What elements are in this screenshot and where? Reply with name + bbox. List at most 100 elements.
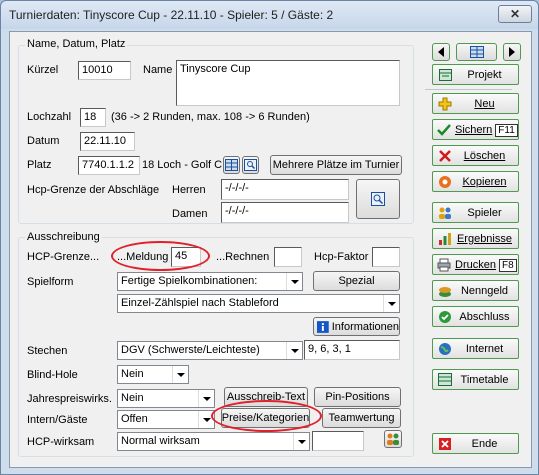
plus-icon [437, 96, 453, 112]
nav-prev-button[interactable] [432, 43, 450, 61]
platz-input[interactable]: 7740.1.1.2 [78, 156, 140, 175]
spielform-detail-select[interactable]: Einzel-Zählspiel nach Stableford [117, 294, 400, 313]
title-bar[interactable]: Turnierdaten: Tinyscore Cup - 22.11.10 -… [1, 1, 538, 29]
kopieren-button[interactable]: Kopieren [432, 171, 519, 192]
grid-icon [437, 67, 453, 83]
neu-button[interactable]: Neu [432, 93, 519, 114]
platz-search-button[interactable] [242, 156, 259, 174]
exit-icon [437, 436, 453, 452]
arrow-left-icon [438, 47, 444, 57]
lochzahl-input[interactable]: 18 [80, 108, 106, 127]
chevron-down-icon[interactable] [383, 295, 399, 312]
blind-hole-value: Nein [121, 368, 144, 380]
rechnen-label: ...Rechnen [216, 251, 270, 263]
group-title-ausschreibung: Ausschreibung [25, 231, 102, 243]
neu-label: Neu [474, 97, 495, 110]
kuerzel-input[interactable]: 10010 [78, 61, 131, 80]
drucken-label: Drucken [455, 258, 496, 271]
spielform-select[interactable]: Fertige Spielkombinationen: [117, 272, 303, 291]
abschluss-button[interactable]: Abschluss [432, 306, 519, 327]
hcp-grenze-abschlaege-label: Hcp-Grenze der Abschläge [27, 184, 160, 196]
name-label: Name [143, 64, 173, 76]
jahrespreis-select[interactable]: Nein [117, 389, 215, 408]
hcp-wirksam-action-button[interactable] [384, 430, 402, 448]
chevron-down-icon[interactable] [172, 366, 188, 383]
stechen-holes-input[interactable]: 9, 6, 3, 1 [304, 340, 400, 360]
arrow-right-icon [509, 47, 515, 57]
players-icon [437, 205, 453, 221]
people-icon [387, 433, 399, 445]
blind-hole-select[interactable]: Nein [117, 365, 189, 384]
hcp-faktor-input[interactable] [372, 247, 400, 267]
spezial-button[interactable]: Spezial [313, 271, 400, 291]
printer-icon [437, 257, 451, 273]
sichern-button[interactable]: Sichern F11 [432, 119, 519, 140]
rechnen-input[interactable] [274, 247, 302, 267]
pin-positions-button[interactable]: Pin-Positions [314, 387, 401, 407]
mehrere-plaetze-button[interactable]: Mehrere Plätze im Turnier [270, 155, 402, 175]
jahrespreis-value: Nein [121, 392, 144, 404]
stechen-select[interactable]: DGV (Schwerste/Leichteste) [117, 341, 303, 360]
spieler-button[interactable]: Spieler [432, 202, 519, 223]
meldung-highlight [111, 241, 210, 271]
projekt-button[interactable]: Projekt [432, 64, 519, 85]
hcp-faktor-label: Hcp-Faktor [314, 251, 369, 263]
internet-button[interactable]: Internet [432, 338, 519, 359]
hcp-wirksam-label: HCP-wirksam [27, 436, 95, 448]
damen-input[interactable]: -/-/-/- [221, 202, 349, 223]
ende-button[interactable]: Ende [432, 433, 519, 454]
results-icon [437, 231, 453, 247]
jahrespreis-label: Jahrespreiswirks. [27, 393, 112, 405]
datum-input[interactable]: 22.11.10 [80, 132, 135, 151]
datum-label: Datum [27, 135, 60, 147]
grid-icon [469, 46, 484, 58]
loeschen-button[interactable]: Löschen [432, 145, 519, 166]
informationen-button[interactable]: Informationen [313, 317, 400, 336]
search-icon [244, 159, 257, 171]
name-input[interactable]: Tinyscore Cup [176, 60, 400, 106]
damen-label: Damen [172, 208, 208, 220]
spielform-label: Spielform [27, 276, 74, 288]
teamwertung-button[interactable]: Teamwertung [322, 408, 401, 428]
close-button[interactable]: ✕ [498, 5, 532, 23]
tournament-window: Turnierdaten: Tinyscore Cup - 22.11.10 -… [0, 0, 539, 475]
nenngeld-button[interactable]: Nenngeld [432, 280, 519, 301]
hcp-grenze-button[interactable] [356, 179, 400, 219]
abschluss-label: Abschluss [459, 310, 510, 323]
ergebnisse-button[interactable]: Ergebnisse [432, 228, 519, 249]
chevron-down-icon[interactable] [286, 273, 302, 290]
nav-next-button[interactable] [503, 43, 521, 61]
herren-label: Herren [172, 184, 206, 196]
nenngeld-label: Nenngeld [460, 284, 509, 297]
delete-x-icon [437, 148, 453, 164]
hcp-wirksam-extra-input[interactable] [312, 431, 364, 451]
platz-select-button[interactable] [223, 156, 240, 174]
nav-list-button[interactable] [456, 43, 497, 61]
chevron-down-icon[interactable] [293, 433, 309, 450]
stechen-select-value: DGV (Schwerste/Leichteste) [121, 344, 260, 356]
globe-icon [437, 341, 453, 357]
sidebar-divider [425, 89, 512, 90]
ende-label: Ende [471, 437, 498, 450]
lochzahl-hint: (36 -> 2 Runden, max. 108 -> 6 Runden) [111, 111, 310, 123]
platz-label: Platz [27, 159, 52, 171]
sichern-label: Sichern [455, 123, 493, 136]
intern-gaeste-select[interactable]: Offen [117, 410, 215, 429]
chevron-down-icon[interactable] [286, 342, 302, 359]
ergebnisse-label: Ergebnisse [456, 232, 512, 245]
drucken-button[interactable]: Drucken F8 [432, 254, 519, 275]
herren-input[interactable]: -/-/-/- [221, 179, 349, 200]
spieler-label: Spieler [467, 206, 502, 219]
kuerzel-label: Kürzel [27, 64, 59, 76]
timetable-button[interactable]: Timetable [432, 369, 519, 390]
close-icon: ✕ [509, 7, 521, 21]
chevron-down-icon[interactable] [198, 390, 214, 407]
money-icon [437, 283, 453, 299]
drucken-shortcut: F8 [498, 258, 517, 272]
table-icon [437, 372, 453, 388]
hcp-wirksam-select[interactable]: Normal wirksam [117, 432, 310, 451]
hcp-grenze-label: HCP-Grenze... [27, 251, 100, 263]
intern-gaeste-value: Offen [121, 413, 148, 425]
loeschen-label: Löschen [463, 149, 506, 162]
preise-highlight [211, 400, 322, 432]
